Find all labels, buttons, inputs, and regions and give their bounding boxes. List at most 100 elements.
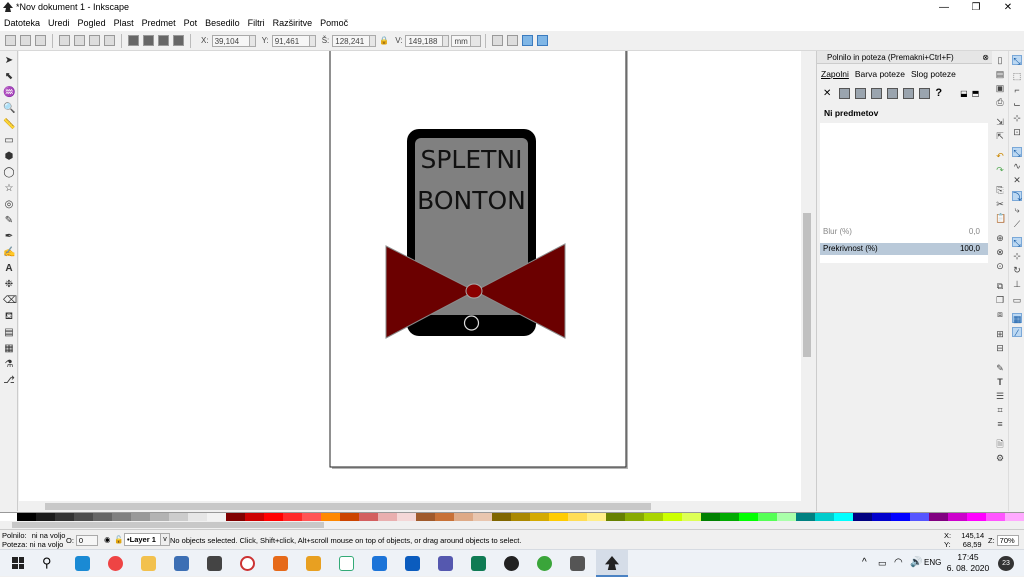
move-gradients-icon[interactable] [522,35,534,46]
fill-stroke-dialog-icon[interactable]: ✎ [995,363,1005,373]
edge-icon[interactable] [75,556,90,571]
clone-icon[interactable]: ❐ [995,295,1005,305]
network-icon[interactable]: ◠ [894,557,903,568]
menu-predmet[interactable]: Predmet [142,18,176,28]
store-icon[interactable] [207,556,222,571]
search-icon[interactable]: ⚲ [42,555,52,571]
tab-stroke-paint[interactable]: Barva poteze [855,69,905,79]
flip-vertical-icon[interactable] [104,35,115,46]
blur-value[interactable]: 0,0 [969,226,980,238]
menu-razsiritve[interactable]: Razširitve [273,18,313,28]
opacity-row[interactable]: Prekrivnost (%) 100,0 [820,243,988,255]
menu-pogled[interactable]: Pogled [78,18,106,28]
snap-intersections-icon[interactable]: ✕ [1012,175,1022,185]
lock-proportions-button[interactable]: 🔒 [379,36,389,45]
snap-bbox-edges-icon[interactable]: ⌐ [1012,85,1022,95]
paint-bucket-tool-icon[interactable]: ⛾ [3,311,15,323]
utorrent-icon[interactable] [537,556,552,571]
ellipse-tool-icon[interactable]: ◯ [3,167,15,179]
file-explorer-icon[interactable] [141,556,156,571]
chevron-down-icon[interactable]: v [160,533,170,546]
move-patterns-icon[interactable] [537,35,549,46]
mesh-tool-icon[interactable]: ▦ [3,343,15,355]
status-opacity-input[interactable]: 0 [75,535,98,546]
preferences-icon[interactable]: ⚙ [995,453,1005,463]
palette-scroll-thumb[interactable] [12,522,324,528]
drawing-canvas[interactable]: SPLETNI BONTON [19,51,801,501]
gradient-tool-icon[interactable]: ▤ [3,327,15,339]
windows-start-icon[interactable] [12,557,24,569]
star-tool-icon[interactable]: ☆ [3,183,15,195]
ungroup-icon[interactable]: ⊟ [995,343,1005,353]
zoom-page-icon[interactable]: ⊙ [995,261,1005,271]
horizontal-scroll-thumb[interactable] [45,503,651,510]
calligraphy-tool-icon[interactable]: ✍ [3,247,15,259]
linear-gradient-icon[interactable] [855,87,867,99]
stroke-value[interactable]: ni na voljo [30,540,64,549]
tray-overflow-icon[interactable]: ^ [862,557,867,568]
pen-tool-icon[interactable]: ✒ [3,231,15,243]
fill-value[interactable]: ni na voljo [32,531,66,540]
rotate-ccw-icon[interactable] [59,35,70,46]
zoom-selection-icon[interactable]: ⊕ [995,233,1005,243]
flat-color-icon[interactable] [839,87,851,99]
clock[interactable]: 17:45 6. 08. 2020 [946,552,990,574]
word-icon[interactable] [405,556,420,571]
scale-corners-icon[interactable] [507,35,519,46]
layer-visibility-icon[interactable]: ◉ [104,535,111,544]
y-input[interactable]: 91,461 [271,34,310,47]
vertical-scrollbar[interactable] [801,51,813,501]
h-input[interactable]: 149,188 [405,34,444,47]
snap-bbox-icon[interactable]: ⬚ [1012,71,1022,81]
app-green-icon[interactable] [471,556,486,571]
swatch-icon[interactable] [919,87,931,99]
no-paint-icon[interactable]: ✕ [823,88,831,99]
menu-pot[interactable]: Pot [184,18,198,28]
vertical-scroll-thumb[interactable] [803,213,811,357]
x-spinner[interactable] [249,34,256,47]
unlink-clone-icon[interactable]: ⧈ [995,309,1005,319]
color-palette[interactable] [0,512,1024,522]
pattern-icon[interactable] [903,87,915,99]
import-icon[interactable]: ⇲ [995,117,1005,127]
calculator-icon[interactable] [174,556,189,571]
media-player-icon[interactable] [240,556,255,571]
measure-tool-icon[interactable]: 📏 [3,119,15,131]
group-icon[interactable]: ⊞ [995,329,1005,339]
y-spinner[interactable] [309,34,316,47]
h-spinner[interactable] [443,34,450,47]
undo-icon[interactable]: ↶ [995,151,1005,161]
spray-tool-icon[interactable]: ❉ [3,279,15,291]
drawing-text-line2[interactable]: BONTON [417,186,526,215]
mail-app-icon[interactable] [372,556,387,571]
menu-besedilo[interactable]: Besedilo [205,18,240,28]
w-input[interactable]: 128,241 [332,34,371,47]
save-document-icon[interactable]: ▣ [995,83,1005,93]
close-button[interactable]: ✕ [992,0,1024,15]
mesh-gradient-icon[interactable] [887,87,899,99]
snap-bbox-corners-icon[interactable]: ⌙ [1012,99,1022,109]
dropper-tool-icon[interactable]: ⚗ [3,359,15,371]
node-tool-icon[interactable]: ⬉ [3,71,15,83]
fill-rule-nonzero-icon[interactable]: ⬒ [972,89,980,98]
notification-center-button[interactable]: 23 [998,556,1014,571]
minimize-button[interactable]: — [928,0,960,15]
photos-app-icon[interactable] [339,556,354,571]
unset-paint-icon[interactable]: ? [935,87,942,99]
horizontal-scrollbar[interactable] [19,501,813,512]
layers-dialog-icon[interactable]: ☰ [995,391,1005,401]
snap-line-midpoints-icon[interactable]: ⟋ [1012,219,1022,229]
snap-rotation-centers-icon[interactable]: ↻ [1012,265,1022,275]
lower-icon[interactable] [158,35,169,46]
bow-knot[interactable] [465,283,483,299]
snap-grids-icon[interactable]: ▦ [1012,313,1022,324]
raise-icon[interactable] [143,35,154,46]
app-dark-icon[interactable] [504,556,519,571]
duplicate-icon[interactable]: ⧉ [995,281,1005,291]
radial-gradient-icon[interactable] [871,87,883,99]
text-tool-icon[interactable]: A [3,263,15,275]
menu-plast[interactable]: Plast [114,18,134,28]
tweak-tool-icon[interactable]: ♒ [3,87,15,99]
phone-home-button[interactable] [463,315,480,331]
snap-guides-icon[interactable]: ⁄ [1012,327,1022,338]
